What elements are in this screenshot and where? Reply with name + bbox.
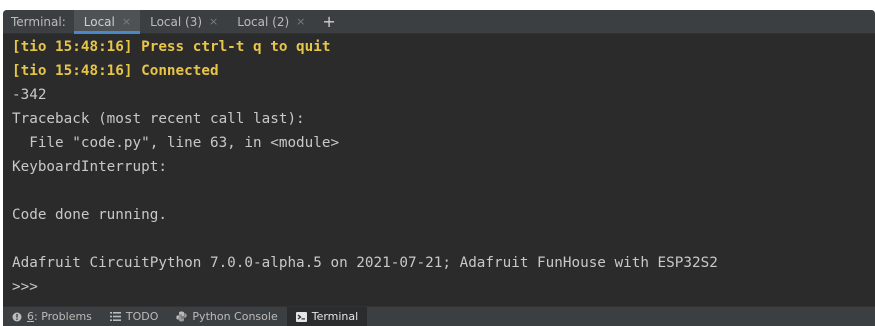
- new-tab-plus-icon[interactable]: +: [314, 10, 343, 33]
- list-icon: [109, 312, 121, 321]
- problems-button[interactable]: 6: Problems: [3, 307, 101, 326]
- console-line: [tio 15:48:16] Connected: [12, 63, 219, 79]
- todo-label: TODO: [125, 310, 159, 323]
- python-console-label: Python Console: [192, 310, 278, 323]
- terminal-window: Terminal: Local × Local (3) × Local (2) …: [3, 10, 875, 326]
- error-circle-icon: [12, 312, 22, 322]
- console-line: File "code.py", line 63, in <module>: [12, 135, 340, 151]
- problems-label: : Problems: [34, 310, 92, 323]
- terminal-output[interactable]: [tio 15:48:16] Press ctrl-t q to quit [t…: [3, 35, 875, 307]
- terminal-title: Terminal:: [11, 14, 66, 29]
- close-icon[interactable]: ×: [209, 15, 218, 28]
- python-icon: [176, 311, 188, 322]
- terminal-button[interactable]: Terminal: [286, 307, 368, 326]
- console-line: KeyboardInterrupt:: [12, 159, 167, 175]
- tab-label: Local (2): [237, 14, 290, 29]
- terminal-label: Terminal: [311, 310, 359, 323]
- console-line: [tio 15:48:16] Press ctrl-t q to quit: [12, 39, 331, 55]
- terminal-tab-bar: Terminal: Local × Local (3) × Local (2) …: [3, 10, 875, 34]
- close-icon[interactable]: ×: [122, 15, 131, 28]
- tab-label: Local (3): [150, 14, 203, 29]
- console-line: Traceback (most recent call last):: [12, 111, 305, 127]
- tab-local-3[interactable]: Local (3) ×: [140, 10, 227, 33]
- tab-local-2[interactable]: Local (2) ×: [227, 10, 314, 33]
- tool-window-bar: 6: Problems TODO Python Console Terminal: [3, 306, 875, 326]
- console-prompt: >>>: [12, 279, 38, 295]
- python-console-button[interactable]: Python Console: [167, 307, 286, 326]
- problems-mnemonic: 6: [27, 310, 34, 323]
- tab-label: Local: [83, 14, 115, 29]
- console-line: Code done running.: [12, 207, 167, 223]
- todo-button[interactable]: TODO: [101, 307, 168, 326]
- close-icon[interactable]: ×: [296, 15, 305, 28]
- tab-local[interactable]: Local ×: [73, 10, 141, 34]
- terminal-icon: [295, 311, 307, 322]
- console-line: Adafruit CircuitPython 7.0.0-alpha.5 on …: [12, 255, 718, 271]
- console-line: -342: [12, 87, 47, 103]
